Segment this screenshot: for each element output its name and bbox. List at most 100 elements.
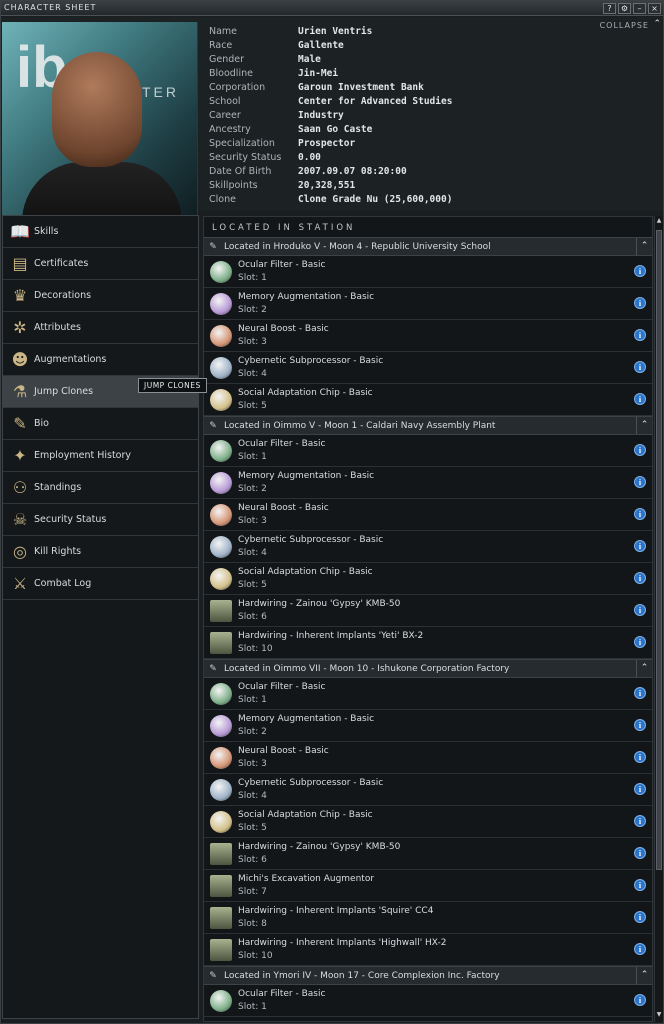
implant-row[interactable]: Cybernetic Subprocessor - Basic Slot: 4 i xyxy=(204,352,652,384)
implant-slot: Slot: 1 xyxy=(238,451,267,462)
implant-name: Ocular Filter - Basic xyxy=(238,988,326,999)
info-icon[interactable]: i xyxy=(634,572,646,584)
implant-slot: Slot: 2 xyxy=(238,304,267,315)
sidebar-item-augmentations[interactable]: ☻ Augmentations xyxy=(3,344,198,376)
implant-slot: Slot: 6 xyxy=(238,854,267,865)
stars-icon: ✦ xyxy=(13,446,27,465)
implant-row[interactable]: Ocular Filter - Basic Slot: 1 i xyxy=(204,256,652,288)
sidebar-item-decorations[interactable]: ♛ Decorations xyxy=(3,280,198,312)
implant-slot: Slot: 7 xyxy=(238,886,267,897)
implant-slot: Slot: 2 xyxy=(238,483,267,494)
head-implant-icon: ☻ xyxy=(11,350,29,369)
character-sheet-window: CHARACTER SHEET ? ⚙ – × ib TER COLLAPSE … xyxy=(0,0,664,1024)
people-icon: ⚇ xyxy=(12,478,28,497)
info-icon[interactable]: i xyxy=(634,444,646,456)
info-icon[interactable]: i xyxy=(634,879,646,891)
implant-row[interactable]: Hardwiring - Inherent Implants 'Yeti' BX… xyxy=(204,627,652,659)
sidebar-item-skills[interactable]: 📖 Skills xyxy=(3,216,198,248)
jump-clones-panel: LOCATED IN STATION ✎ Located in Hroduko V… xyxy=(203,216,653,1022)
info-icon[interactable]: i xyxy=(634,361,646,373)
scroll-thumb[interactable] xyxy=(656,230,662,870)
implant-row[interactable]: Michi's Excavation Augmentor Slot: 7 i xyxy=(204,870,652,902)
implant-row[interactable]: Social Adaptation Chip - Basic Slot: 5 i xyxy=(204,384,652,416)
location-pin-icon: ✎ xyxy=(209,663,217,674)
sidebar-item-combat-log[interactable]: ⚔ Combat Log xyxy=(3,568,198,600)
sidebar-item-attributes[interactable]: ✲ Attributes xyxy=(3,312,198,344)
info-icon[interactable]: i xyxy=(634,719,646,731)
implant-row[interactable]: Cybernetic Subprocessor - Basic Slot: 4 i xyxy=(204,774,652,806)
info-icon[interactable]: i xyxy=(634,636,646,648)
collapse-group-icon[interactable]: ⌃ xyxy=(636,967,652,984)
info-icon[interactable]: i xyxy=(634,847,646,859)
info-icon[interactable]: i xyxy=(634,297,646,309)
info-icon[interactable]: i xyxy=(634,476,646,488)
sidebar-item-label: Decorations xyxy=(34,290,92,301)
info-icon[interactable]: i xyxy=(634,687,646,699)
implant-row[interactable]: Memory Augmentation - Basic Slot: 2 i xyxy=(204,288,652,320)
location-header[interactable]: ✎ Located in Ymori IV - Moon 17 - Core Co… xyxy=(204,966,652,985)
implant-row[interactable]: Hardwiring - Zainou 'Gypsy' KMB-50 Slot: … xyxy=(204,838,652,870)
implant-row[interactable]: Ocular Filter - Basic Slot: 1 i xyxy=(204,678,652,710)
implant-row[interactable]: Ocular Filter - Basic Slot: 1 i xyxy=(204,985,652,1017)
info-icon[interactable]: i xyxy=(634,393,646,405)
implant-row[interactable]: Memory Augmentation - Basic Slot: 2 i xyxy=(204,467,652,499)
info-icon[interactable]: i xyxy=(634,815,646,827)
collapse-group-icon[interactable]: ⌃ xyxy=(636,238,652,255)
location-title: Located in Ymori IV - Moon 17 - Core Com… xyxy=(224,970,500,981)
info-icon[interactable]: i xyxy=(634,783,646,795)
close-button[interactable]: × xyxy=(648,3,661,14)
implant-row[interactable]: Neural Boost - Basic Slot: 3 i xyxy=(204,499,652,531)
info-icon[interactable]: i xyxy=(634,994,646,1006)
sidebar-item-label: Augmentations xyxy=(34,354,107,365)
implant-row[interactable]: Neural Boost - Basic Slot: 3 i xyxy=(204,742,652,774)
location-pin-icon: ✎ xyxy=(209,970,217,981)
info-icon[interactable]: i xyxy=(634,943,646,955)
implant-row[interactable]: Hardwiring - Zainou 'Gypsy' KMB-50 Slot: … xyxy=(204,595,652,627)
info-icon[interactable]: i xyxy=(634,604,646,616)
settings-button[interactable]: ⚙ xyxy=(618,3,631,14)
info-icon[interactable]: i xyxy=(634,751,646,763)
location-header[interactable]: ✎ Located in Oimmo VII - Moon 10 - Ishuko… xyxy=(204,659,652,678)
sidebar-item-security-status[interactable]: ☠ Security Status xyxy=(3,504,198,536)
implant-row[interactable]: Cybernetic Subprocessor - Basic Slot: 4 i xyxy=(204,531,652,563)
sidebar-item-label: Kill Rights xyxy=(34,546,82,557)
implant-row[interactable]: Hardwiring - Inherent Implants 'Squire' … xyxy=(204,902,652,934)
implant-row[interactable]: Hardwiring - Inherent Implants 'Highwall… xyxy=(204,934,652,966)
scrollbar[interactable]: ▲ ▼ xyxy=(654,216,663,1022)
sidebar-item-kill-rights[interactable]: ◎ Kill Rights xyxy=(3,536,198,568)
implant-row[interactable]: Social Adaptation Chip - Basic Slot: 5 i xyxy=(204,806,652,838)
implant-row[interactable]: Ocular Filter - Basic Slot: 1 i xyxy=(204,435,652,467)
implant-slot: Slot: 5 xyxy=(238,400,267,411)
sidebar-item-bio[interactable]: ✎ Bio xyxy=(3,408,198,440)
scroll-down-icon[interactable]: ▼ xyxy=(655,1011,663,1021)
info-icon[interactable]: i xyxy=(634,911,646,923)
sidebar-item-employment-history[interactable]: ✦ Employment History xyxy=(3,440,198,472)
implant-name: Cybernetic Subprocessor - Basic xyxy=(238,534,384,545)
implant-slot: Slot: 1 xyxy=(238,1001,267,1012)
minimize-button[interactable]: – xyxy=(633,3,646,14)
implant-head-icon xyxy=(210,260,232,283)
character-portrait: ib TER xyxy=(2,22,198,227)
implant-row[interactable]: Memory Augmentation - Basic Slot: 2 i xyxy=(204,710,652,742)
location-header[interactable]: ✎ Located in Oimmo V - Moon 1 - Caldari N… xyxy=(204,416,652,435)
implant-name: Ocular Filter - Basic xyxy=(238,259,326,270)
implant-head-icon xyxy=(210,535,232,558)
chevron-up-icon[interactable]: ⌃ xyxy=(653,19,661,29)
implant-head-icon xyxy=(210,388,232,411)
title-bar[interactable]: CHARACTER SHEET ? ⚙ – × xyxy=(1,1,663,16)
info-icon[interactable]: i xyxy=(634,329,646,341)
atom-icon: ✲ xyxy=(13,318,27,337)
implant-head-icon xyxy=(210,810,232,833)
implant-row[interactable]: Neural Boost - Basic Slot: 3 i xyxy=(204,320,652,352)
scroll-up-icon[interactable]: ▲ xyxy=(655,217,663,227)
sidebar-item-certificates[interactable]: ▤ Certificates xyxy=(3,248,198,280)
help-button[interactable]: ? xyxy=(603,3,616,14)
sidebar-item-standings[interactable]: ⚇ Standings xyxy=(3,472,198,504)
info-icon[interactable]: i xyxy=(634,508,646,520)
collapse-group-icon[interactable]: ⌃ xyxy=(636,660,652,677)
collapse-group-icon[interactable]: ⌃ xyxy=(636,417,652,434)
implant-row[interactable]: Social Adaptation Chip - Basic Slot: 5 i xyxy=(204,563,652,595)
info-icon[interactable]: i xyxy=(634,265,646,277)
location-header[interactable]: ✎ Located in Hroduko V - Moon 4 - Republi… xyxy=(204,237,652,256)
info-icon[interactable]: i xyxy=(634,540,646,552)
